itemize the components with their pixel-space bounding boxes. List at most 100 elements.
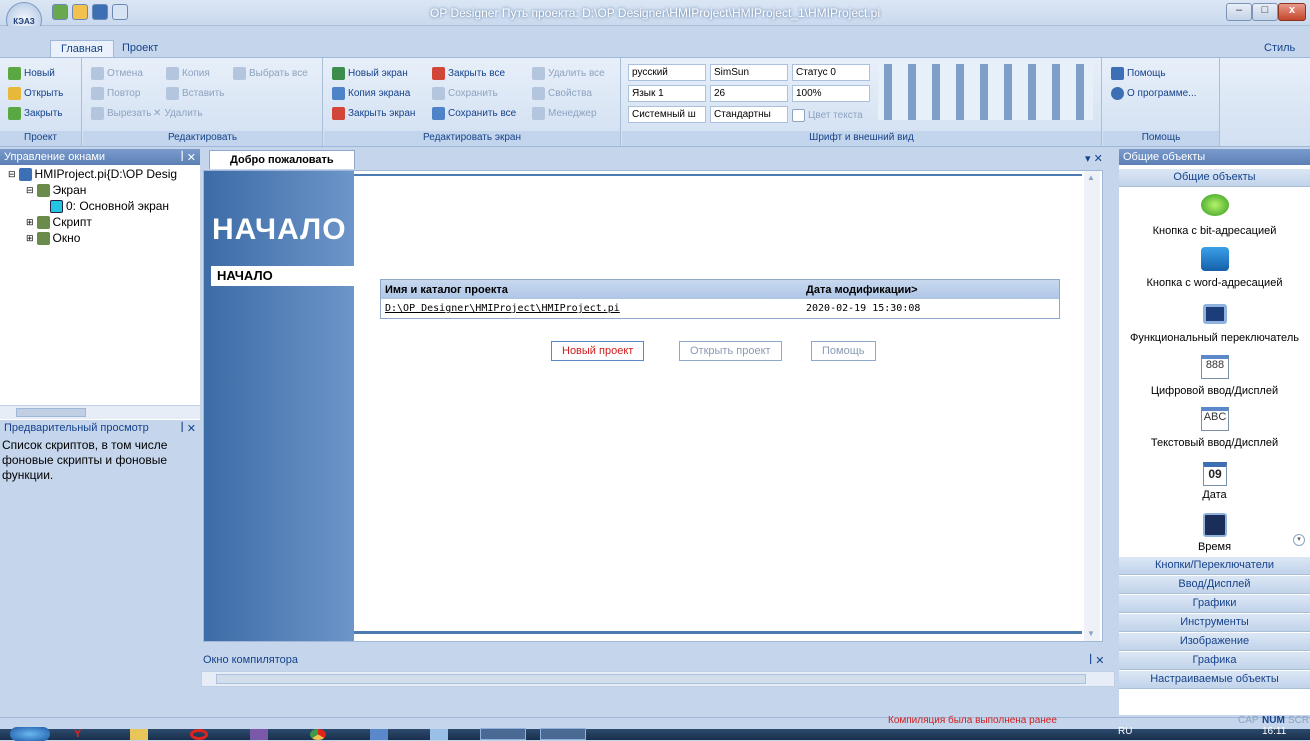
help-button[interactable]: Помощь <box>1111 64 1166 82</box>
column-header[interactable]: Дата модификации> <box>806 284 1056 296</box>
object-date[interactable]: Дата <box>1119 489 1310 501</box>
font-system-combo[interactable]: Системный ш <box>628 106 706 123</box>
close-all-button[interactable]: Закрыть все <box>432 64 505 82</box>
tree-item-window[interactable]: ⊞ Окно <box>26 231 80 245</box>
style-menu[interactable]: Стиль <box>1264 42 1295 54</box>
new-project-button[interactable]: Новый проект <box>551 341 645 361</box>
category-custom-objects[interactable]: Настраиваемые объекты <box>1119 671 1310 689</box>
new-button[interactable]: Новый <box>8 64 55 82</box>
scroll-up-icon[interactable]: ▲ <box>1087 173 1095 182</box>
vertical-scrollbar[interactable]: ▲ ▼ <box>1084 171 1100 641</box>
chrome-icon[interactable] <box>310 729 326 740</box>
tab-welcome[interactable]: Добро пожаловать <box>209 150 355 169</box>
save-all-button[interactable]: Сохранить все <box>432 104 516 122</box>
tree-item-script[interactable]: ⊞ Скрипт <box>26 215 92 229</box>
save-button[interactable]: Сохранить <box>432 84 498 102</box>
category-buttons-switches[interactable]: Кнопки/Переключатели <box>1119 557 1310 575</box>
tab-close-icon[interactable]: ▾ ✕ <box>1085 152 1103 165</box>
open-button[interactable]: Открыть <box>8 84 63 102</box>
object-numeric-input[interactable]: Цифровой ввод/Дисплей <box>1119 385 1310 397</box>
category-graphics[interactable]: Графика <box>1119 652 1310 670</box>
close-button[interactable]: x <box>1278 3 1306 21</box>
cut-button[interactable]: Вырезать <box>91 104 151 122</box>
table-row[interactable]: D:\OP Designer\HMIProject\HMIProject.pi 2… <box>381 299 1059 318</box>
alignment-tools-icon[interactable] <box>878 64 1093 120</box>
copy-button[interactable]: Копия <box>166 64 210 82</box>
object-function-switch[interactable]: Функциональный переключатель <box>1119 332 1310 344</box>
object-time[interactable]: Время <box>1119 541 1310 553</box>
language-combo[interactable]: русский <box>628 64 706 81</box>
copy-screen-button[interactable]: Копия экрана <box>332 84 410 102</box>
collapse-icon[interactable]: ⊟ <box>26 185 34 196</box>
new-screen-button[interactable]: Новый экран <box>332 64 408 82</box>
category-graphs[interactable]: Графики <box>1119 595 1310 613</box>
font-size-combo[interactable]: 26 <box>710 85 788 102</box>
tab-home[interactable]: Главная <box>50 40 114 58</box>
scroll-down-icon[interactable]: ▾ <box>1293 534 1305 546</box>
bit-button-icon[interactable] <box>1201 194 1229 216</box>
close-screen-button[interactable]: Закрыть экран <box>332 104 415 122</box>
keaz-icon[interactable] <box>480 728 526 740</box>
category-tools[interactable]: Инструменты <box>1119 614 1310 632</box>
help-button[interactable]: Помощь <box>811 341 876 361</box>
pin-close-icon[interactable]: ꟾ ✕ <box>1089 654 1105 667</box>
object-word-button[interactable]: Кнопка с word-адресацией <box>1119 277 1310 289</box>
about-button[interactable]: О программе... <box>1111 84 1197 102</box>
redo-button[interactable]: Повтор <box>91 84 140 102</box>
start-button[interactable] <box>10 727 50 741</box>
project-path-link[interactable]: D:\OP Designer\HMIProject\HMIProject.pi <box>381 303 806 314</box>
language-indicator[interactable]: RU <box>1118 726 1132 737</box>
word-button-icon[interactable] <box>1201 247 1229 271</box>
scroll-thumb[interactable] <box>16 408 86 417</box>
object-text-input[interactable]: Текстовый ввод/Дисплей <box>1119 437 1310 449</box>
close-project-button[interactable]: Закрыть <box>8 104 63 122</box>
language-index-combo[interactable]: Язык 1 <box>628 85 706 102</box>
minimize-button[interactable]: – <box>1226 3 1252 21</box>
font-style-combo[interactable]: Стандартны <box>710 106 788 123</box>
delete-all-button[interactable]: Удалить все <box>532 64 605 82</box>
text-display-icon[interactable]: ABC <box>1201 407 1229 431</box>
horizontal-scrollbar[interactable] <box>0 405 200 419</box>
category-image[interactable]: Изображение <box>1119 633 1310 651</box>
winterm-icon[interactable] <box>250 729 268 740</box>
object-bit-button[interactable]: Кнопка с bit-адресацией <box>1119 225 1310 237</box>
font-family-combo[interactable]: SimSun <box>710 64 788 81</box>
time-icon[interactable] <box>1203 513 1227 537</box>
app-icon[interactable] <box>370 729 388 740</box>
clock-time[interactable]: 16:11 <box>1262 726 1286 737</box>
screenshot-icon[interactable] <box>540 728 586 740</box>
delete-button[interactable]: ✕ Удалить <box>153 104 203 122</box>
horizontal-scrollbar[interactable] <box>201 671 1115 687</box>
tree-item-project[interactable]: ⊟ HMIProject.pi{D:\OP Desig <box>8 167 177 181</box>
yandex-icon[interactable]: Y <box>74 728 92 740</box>
expand-icon[interactable]: ⊞ <box>26 217 34 228</box>
function-switch-icon[interactable] <box>1203 304 1227 324</box>
explorer-icon[interactable] <box>130 729 148 740</box>
tab-project[interactable]: Проект <box>112 40 168 58</box>
column-header[interactable]: Имя и каталог проекта <box>381 284 806 296</box>
open-project-button[interactable]: Открыть проект <box>679 341 782 361</box>
tree-item-main-screen[interactable]: 0: Основной экран <box>50 199 169 213</box>
tree-item-screen[interactable]: ⊟ Экран <box>26 183 86 197</box>
expand-icon[interactable]: ⊞ <box>26 233 34 244</box>
pin-close-icon[interactable]: ꟾ ✕ <box>180 422 196 435</box>
status-combo[interactable]: Статус 0 <box>792 64 870 81</box>
date-icon[interactable]: 09 <box>1203 462 1227 486</box>
zoom-combo[interactable]: 100% <box>792 85 870 102</box>
select-all-button[interactable]: Выбрать все <box>233 64 308 82</box>
paste-button[interactable]: Вставить <box>166 84 224 102</box>
pin-close-icon[interactable]: ꟾ ✕ <box>180 151 196 164</box>
category-input-display[interactable]: Ввод/Дисплей <box>1119 576 1310 594</box>
maximize-button[interactable]: □ <box>1252 3 1278 21</box>
opera-icon[interactable] <box>190 729 208 740</box>
scroll-thumb[interactable] <box>216 674 1086 684</box>
paint-icon[interactable] <box>430 729 448 740</box>
category-common-objects[interactable]: Общие объекты <box>1119 169 1310 187</box>
collapse-icon[interactable]: ⊟ <box>8 169 16 180</box>
undo-button[interactable]: Отмена <box>91 64 143 82</box>
numeric-display-icon[interactable]: 888 <box>1201 355 1229 379</box>
properties-button[interactable]: Свойства <box>532 84 592 102</box>
scroll-down-icon[interactable]: ▼ <box>1087 629 1095 638</box>
text-color-button[interactable]: Цвет текста <box>792 106 863 124</box>
manager-button[interactable]: Менеджер <box>532 104 597 122</box>
